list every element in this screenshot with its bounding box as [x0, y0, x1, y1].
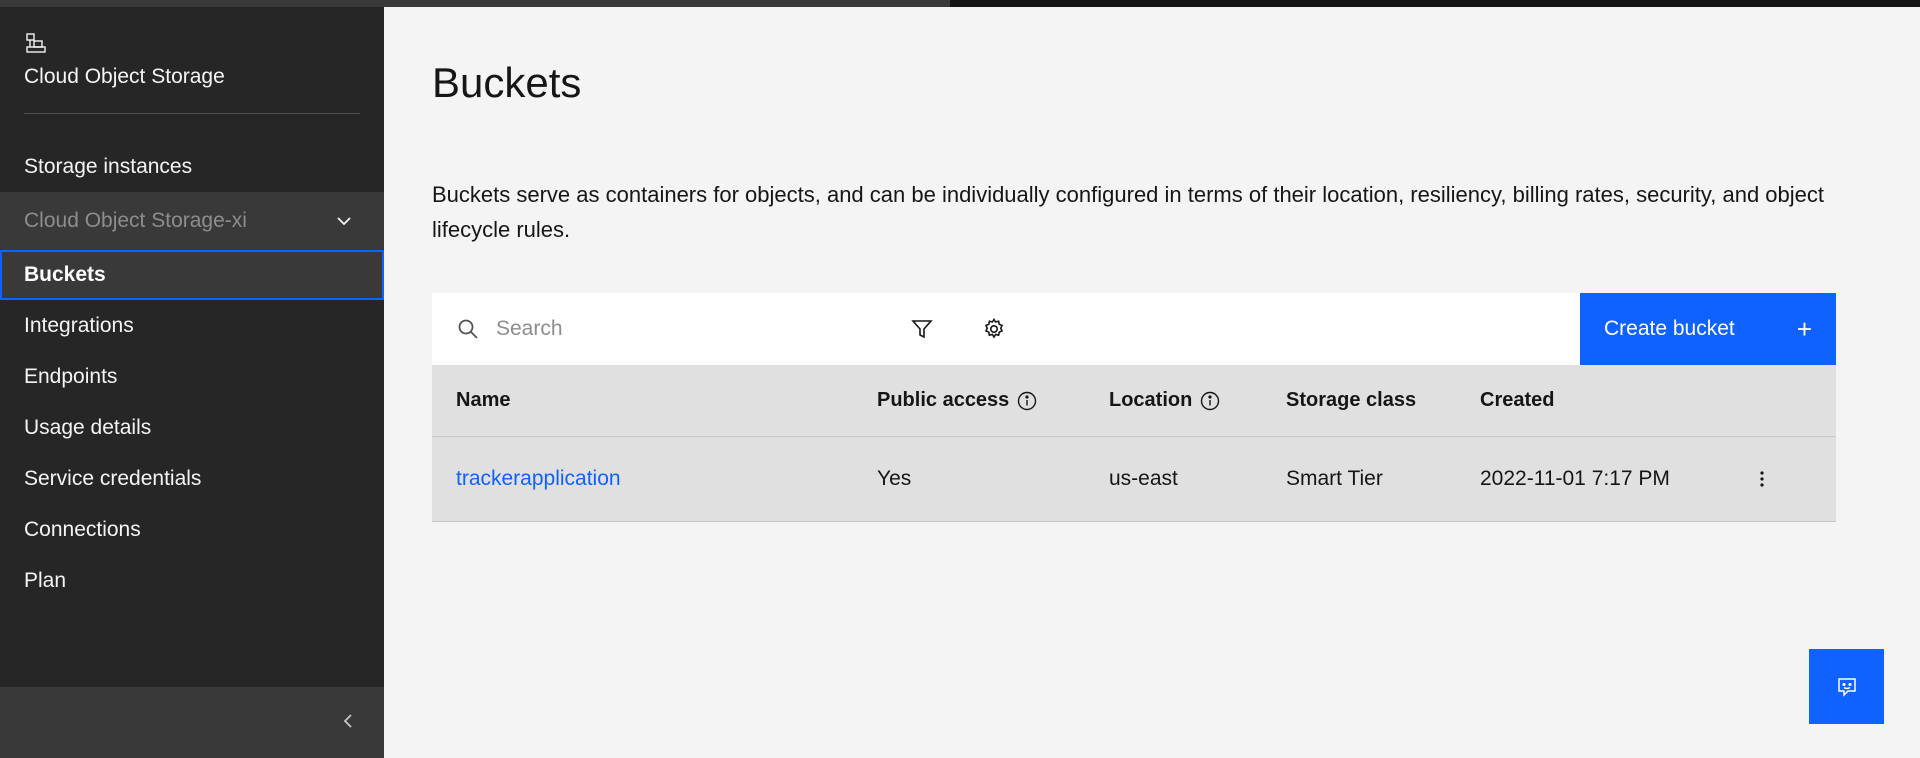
- sidebar-item-label: Service credentials: [24, 466, 202, 490]
- settings-icon: [984, 318, 1004, 339]
- table-row: trackerapplication Yes us-east Smart Tie…: [432, 437, 1836, 522]
- sidebar-footer: [0, 687, 384, 758]
- column-header-name[interactable]: Name: [456, 389, 510, 412]
- sidebar-item-connections[interactable]: Connections: [0, 504, 384, 555]
- plus-icon: +: [1796, 313, 1812, 344]
- sidebar-item-label: Plan: [24, 568, 67, 592]
- top-strip-segment: [0, 0, 950, 7]
- column-header-storage-class[interactable]: Storage class: [1286, 389, 1416, 412]
- sidebar-item-label: Storage instances: [24, 154, 193, 178]
- column-header-label: Public access: [877, 389, 1010, 411]
- cell-storage-class: Smart Tier: [1286, 467, 1383, 490]
- page-description: Buckets serve as containers for objects,…: [432, 182, 1824, 242]
- top-strip: [0, 0, 1920, 7]
- cell-location: us-east: [1109, 467, 1178, 490]
- search-input[interactable]: [496, 311, 856, 347]
- cloud-object-storage-icon: [26, 33, 46, 53]
- sidebar-group-instance[interactable]: Cloud Object Storage-xi: [0, 192, 384, 250]
- sidebar-nav: Storage instances Cloud Object Storage-x…: [0, 141, 384, 606]
- buckets-table: Name Public access Location Storage clas…: [432, 365, 1836, 522]
- column-header-created[interactable]: Created: [1480, 389, 1554, 412]
- sidebar-item-storage-instances[interactable]: Storage instances: [0, 141, 384, 192]
- sidebar-item-usage-details[interactable]: Usage details: [0, 402, 384, 453]
- column-header-label: Name: [456, 389, 511, 411]
- sidebar-item-endpoints[interactable]: Endpoints: [0, 351, 384, 402]
- row-overflow-menu[interactable]: [1742, 459, 1782, 499]
- column-header-location[interactable]: Location: [1109, 389, 1220, 412]
- settings-button[interactable]: [976, 311, 1012, 347]
- column-header-public-access[interactable]: Public access: [877, 389, 1037, 412]
- service-title: Cloud Object Storage: [24, 65, 225, 88]
- page-title: Buckets: [432, 59, 582, 106]
- sidebar-group-label: Cloud Object Storage-xi: [24, 209, 247, 232]
- overflow-menu-icon: [1760, 471, 1764, 487]
- sidebar-header: Cloud Object Storage: [24, 31, 225, 89]
- cell-public-access: Yes: [877, 467, 912, 490]
- info-icon[interactable]: [1017, 391, 1037, 411]
- chevron-down-icon: [337, 217, 351, 226]
- sidebar-item-label: Connections: [24, 517, 141, 541]
- sidebar-item-plan[interactable]: Plan: [0, 555, 384, 606]
- sidebar-item-buckets[interactable]: Buckets: [0, 250, 384, 300]
- sidebar-item-label: Endpoints: [24, 364, 118, 388]
- feedback-icon: [1837, 677, 1856, 697]
- main-content: Buckets Buckets serve as containers for …: [384, 7, 1920, 758]
- column-header-label: Storage class: [1286, 389, 1417, 411]
- feedback-button[interactable]: [1809, 649, 1884, 724]
- sidebar-divider: [24, 113, 360, 114]
- filter-button[interactable]: [904, 311, 940, 347]
- create-bucket-button[interactable]: Create bucket +: [1580, 293, 1836, 365]
- sidebar-item-service-credentials[interactable]: Service credentials: [0, 453, 384, 504]
- sidebar-item-integrations[interactable]: Integrations: [0, 300, 384, 351]
- bucket-name-link[interactable]: trackerapplication: [456, 467, 621, 491]
- table-toolbar: Create bucket +: [432, 293, 1836, 365]
- cell-created: 2022-11-01 7:17 PM: [1480, 467, 1670, 490]
- create-bucket-label: Create bucket: [1604, 317, 1735, 340]
- sidebar-item-label: Buckets: [24, 263, 106, 286]
- info-icon[interactable]: [1200, 391, 1220, 411]
- table-header-row: Name Public access Location Storage clas…: [432, 365, 1836, 437]
- column-header-label: Location: [1109, 389, 1193, 411]
- sidebar-item-label: Usage details: [24, 415, 152, 439]
- chevron-left-icon[interactable]: [336, 709, 360, 733]
- sidebar-item-label: Integrations: [24, 313, 134, 337]
- search-icon: [458, 319, 478, 339]
- sidebar: Cloud Object Storage Storage instances C…: [0, 7, 384, 758]
- column-header-label: Created: [1480, 389, 1555, 411]
- filter-icon: [911, 320, 933, 339]
